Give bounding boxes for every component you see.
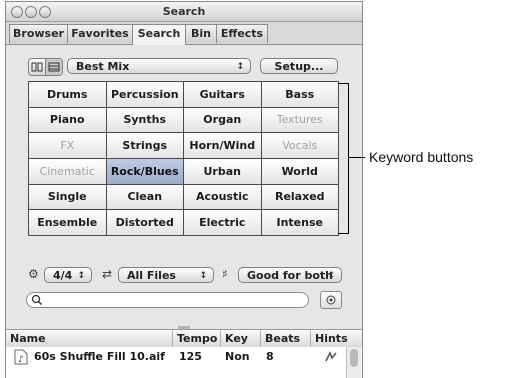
row-beats: 8 xyxy=(266,350,274,363)
popup-arrows-icon: ↕ xyxy=(199,271,207,281)
file-type-value: All Files xyxy=(127,269,176,282)
column-header-beats[interactable]: Beats xyxy=(261,330,311,347)
tab-bar: Browser Favorites Search Bin Effects xyxy=(6,22,362,45)
window-title: Search xyxy=(162,5,206,18)
column-header-name[interactable]: Name xyxy=(6,330,173,347)
results-table-header: Name Tempo Key Beats Hints xyxy=(6,329,362,348)
table-row-partial[interactable] xyxy=(6,367,362,378)
keyword-button-fx: FX xyxy=(29,133,106,158)
keyword-button-single[interactable]: Single xyxy=(29,184,106,210)
column-header-tempo[interactable]: Tempo xyxy=(173,330,221,347)
row-tempo: 125 xyxy=(179,350,202,363)
keyword-button-clean[interactable]: Clean xyxy=(106,184,183,210)
callout-leader-line xyxy=(349,157,365,158)
callout-label: Keyword buttons xyxy=(369,149,474,165)
magnifier-icon xyxy=(31,294,43,306)
callout-bracket xyxy=(338,83,349,234)
popup-arrows-icon: ↕ xyxy=(77,271,85,281)
column-header-key[interactable]: Key xyxy=(221,330,261,347)
preset-value: Best Mix xyxy=(76,60,130,73)
keyword-button-strings[interactable]: Strings xyxy=(106,133,183,158)
keyword-button-vocals: Vocals xyxy=(261,133,338,158)
keyword-button-guitars[interactable]: Guitars xyxy=(184,82,261,107)
split-divider-handle[interactable] xyxy=(6,322,362,330)
target-icon xyxy=(326,295,336,305)
keyword-button-piano[interactable]: Piano xyxy=(29,107,106,133)
tab-effects[interactable]: Effects xyxy=(216,24,268,43)
file-type-icon: ⇄ xyxy=(102,267,113,281)
tab-browser[interactable]: Browser xyxy=(9,24,68,43)
time-signature-value: 4/4 xyxy=(53,269,73,282)
keyword-button-textures: Textures xyxy=(261,107,338,133)
keyword-button-rock-blues[interactable]: Rock/Blues xyxy=(106,158,183,184)
keyword-button-electric[interactable]: Electric xyxy=(184,210,261,235)
keyword-button-percussion[interactable]: Percussion xyxy=(106,82,183,107)
keyword-button-drums[interactable]: Drums xyxy=(29,82,106,107)
column-header-hints[interactable]: Hints xyxy=(311,330,351,347)
keyword-button-horn-wind[interactable]: Horn/Wind xyxy=(184,133,261,158)
keyword-button-bass[interactable]: Bass xyxy=(261,82,338,107)
preset-popup[interactable]: Best Mix ↕ xyxy=(67,58,251,74)
keyword-button-matrix: Drums Percussion Guitars Bass Piano Synths Org… xyxy=(28,81,339,236)
keyword-button-acoustic[interactable]: Acoustic xyxy=(184,184,261,210)
popup-arrows-icon: ↕ xyxy=(236,62,244,72)
keyword-button-synths[interactable]: Synths xyxy=(106,107,183,133)
popup-arrows-icon: ↕ xyxy=(327,271,335,281)
keyword-button-intense[interactable]: Intense xyxy=(261,210,338,235)
time-signature-icon: ⚙ xyxy=(28,267,39,281)
keyword-button-world[interactable]: World xyxy=(261,158,338,184)
tab-search[interactable]: Search xyxy=(132,24,186,45)
keyword-button-cinematic: Cinematic xyxy=(29,158,106,184)
keyword-button-urban[interactable]: Urban xyxy=(184,158,261,184)
column-view-icon[interactable] xyxy=(46,59,62,75)
hints-icon xyxy=(324,347,338,367)
key-icon: ♯ xyxy=(222,267,228,281)
tab-favorites[interactable]: Favorites xyxy=(67,24,133,43)
key-match-value: Good for both xyxy=(247,269,333,282)
keyword-button-organ[interactable]: Organ xyxy=(184,107,261,133)
keyword-button-distorted[interactable]: Distorted xyxy=(106,210,183,235)
time-signature-popup[interactable]: 4/4 ↕ xyxy=(44,267,92,283)
key-match-popup[interactable]: Good for both ↕ xyxy=(238,267,342,283)
row-name: 60s Shuffle Fill 10.aif xyxy=(34,350,165,363)
setup-button[interactable]: Setup... xyxy=(260,58,338,74)
button-view-icon[interactable] xyxy=(29,59,46,75)
vertical-scrollbar[interactable] xyxy=(346,347,361,378)
row-key: Non xyxy=(225,350,250,363)
file-type-popup[interactable]: All Files ↕ xyxy=(118,267,214,283)
svg-text:♪: ♪ xyxy=(18,355,24,365)
search-window: Search Browser Favorites Search Bin Effe… xyxy=(5,1,363,378)
scrollbar-thumb[interactable] xyxy=(350,349,358,367)
keyword-button-ensemble[interactable]: Ensemble xyxy=(29,210,106,235)
search-field[interactable] xyxy=(26,292,309,308)
search-options-button[interactable] xyxy=(320,291,342,309)
table-row[interactable]: ♪ 60s Shuffle Fill 10.aif 125 Non 8 xyxy=(6,347,362,367)
title-bar[interactable]: Search xyxy=(6,2,362,22)
keyword-button-relaxed[interactable]: Relaxed xyxy=(261,184,338,210)
view-mode-segmented-control[interactable] xyxy=(28,58,63,76)
tab-bin[interactable]: Bin xyxy=(185,24,217,43)
